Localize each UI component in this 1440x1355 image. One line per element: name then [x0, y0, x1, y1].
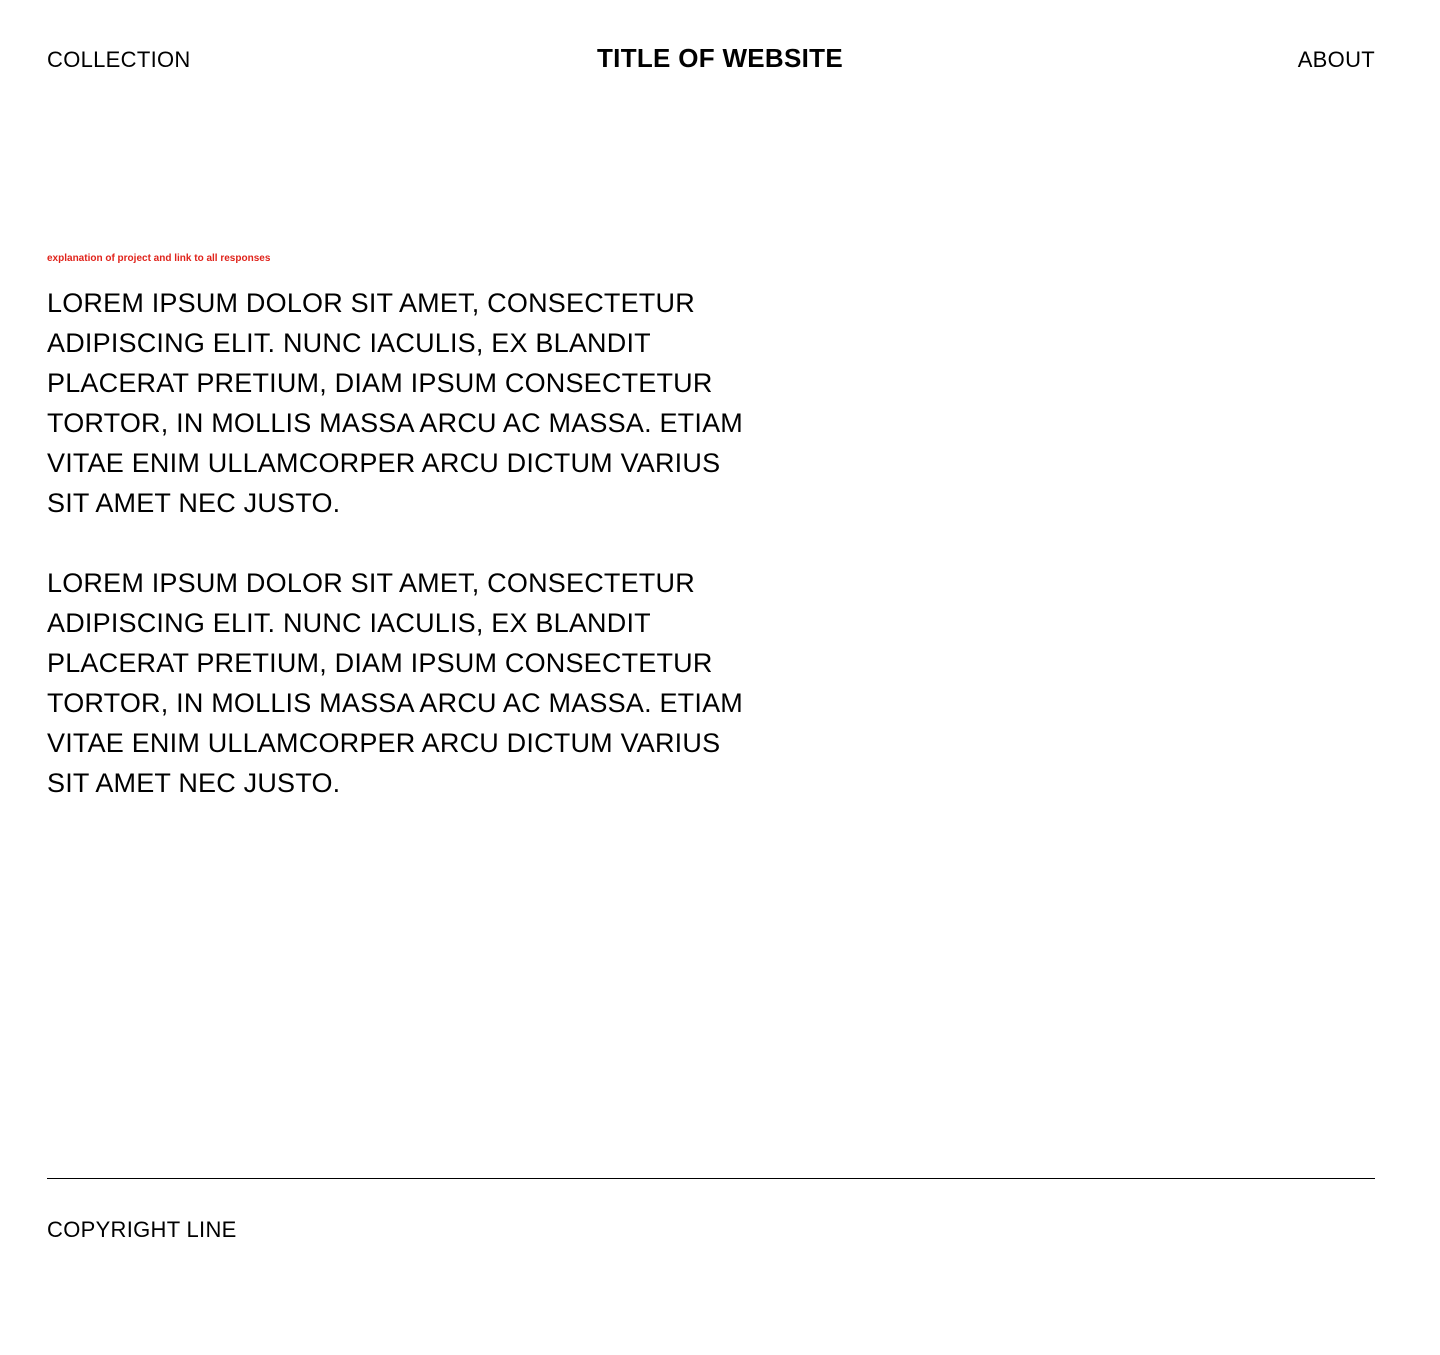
about-link[interactable]: ABOUT [1298, 46, 1375, 74]
copyright-line: COPYRIGHT LINE [47, 1217, 237, 1242]
explanation-link[interactable]: explanation of project and link to all r… [47, 252, 747, 266]
body-paragraph-2: LOREM IPSUM DOLOR SIT AMET, CONSECTETUR … [47, 568, 743, 798]
footer-divider [47, 1178, 1375, 1179]
site-header: COLLECTION TITLE OF WEBSITE ABOUT [0, 0, 1440, 120]
site-title: TITLE OF WEBSITE [0, 43, 1440, 73]
main-content: explanation of project and link to all r… [47, 252, 747, 843]
body-paragraph-1: LOREM IPSUM DOLOR SIT AMET, CONSECTETUR … [47, 288, 743, 518]
site-title-link[interactable]: TITLE OF WEBSITE [597, 43, 843, 73]
